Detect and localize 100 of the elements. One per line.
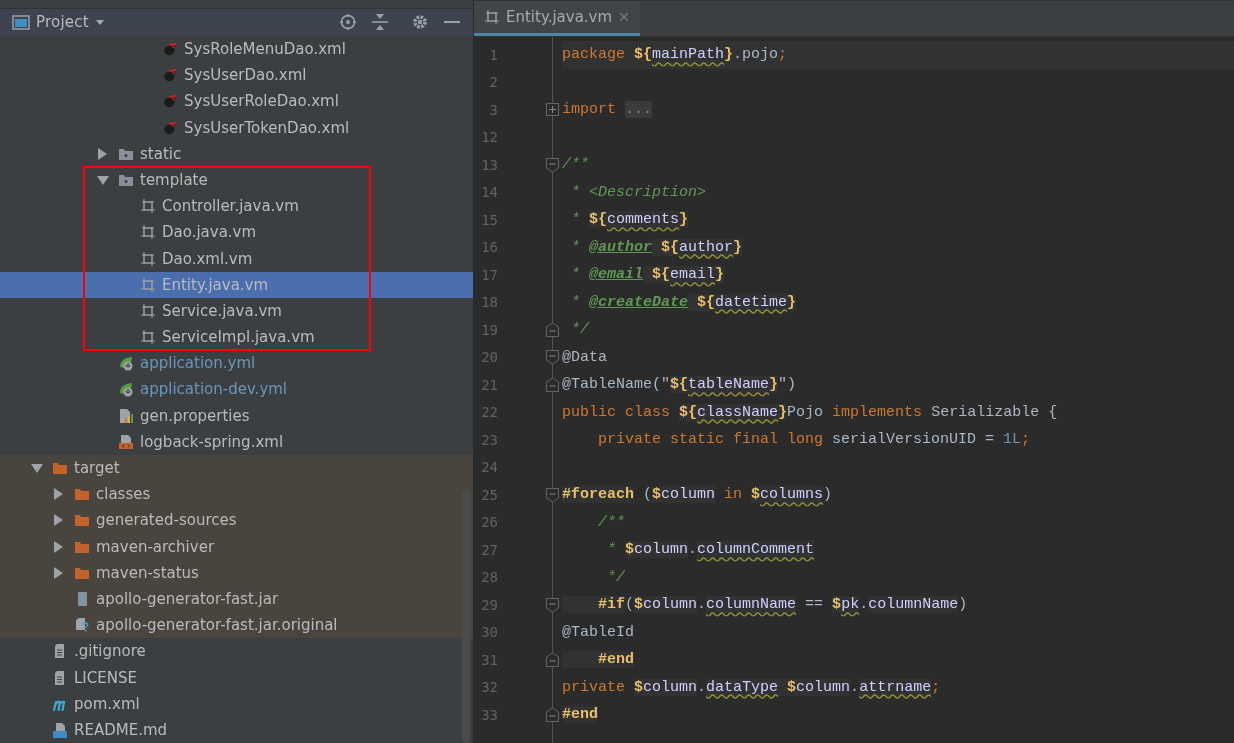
tree-item[interactable]: apollo-generator-fast.jar.original [0,612,473,639]
frame-icon [140,250,156,267]
leaf-icon [118,355,134,372]
line-number: 26 [480,514,498,531]
code-line: * <Description> [570,182,708,203]
fold-icon[interactable] [544,486,560,503]
tree-item[interactable]: SysRoleMenuDao.xml [0,35,473,63]
leaf-icon [118,381,134,398]
window-icon [12,13,30,31]
tree-item[interactable]: LICENSE [0,664,473,691]
close-icon[interactable] [618,11,631,23]
line-number: 29 [480,596,498,613]
code-line: @Data [562,347,608,368]
line-number: 22 [480,404,498,421]
bird-icon [162,93,178,110]
tree-item[interactable]: gen.properties [0,402,473,429]
chart-file-icon [118,407,134,424]
frame-icon [484,9,500,25]
tree-item[interactable]: ServiceImpl.java.vm [0,324,473,351]
line-number: 30 [480,624,498,641]
tree-item[interactable]: Service.java.vm [0,297,473,324]
line-number: 2 [488,74,498,91]
line-number: 21 [480,376,498,393]
line-number: 18 [480,294,498,311]
tree-item[interactable]: logback-spring.xml [0,428,473,455]
tree-item[interactable]: apollo-generator-fast.jar [0,585,473,613]
tree-item[interactable]: application.yml [0,350,473,377]
collapse-icon[interactable] [371,13,389,32]
line-number: 12 [480,129,498,146]
editor-tab[interactable]: Entity.java.vm [474,1,641,36]
code-line: */ [606,567,627,588]
tree-item[interactable]: Controller.java.vm [0,193,473,220]
fold-icon[interactable] [544,349,560,366]
line-number: 13 [480,156,498,173]
line-number: 23 [480,431,498,448]
folder-icon [74,486,90,503]
code-line: * @author ${author} [570,237,744,258]
tree-item[interactable]: README.md [0,716,473,743]
code-line: * @email ${email} [570,265,726,285]
code-line: * @createDate ${datetime} [570,292,798,313]
frame-icon [140,302,156,319]
tree-item[interactable]: SysUserDao.xml [0,62,473,89]
fold-icon[interactable] [544,706,560,723]
line-number: 28 [480,569,498,586]
bird-icon [162,119,178,136]
line-number: 15 [480,211,498,228]
bird-icon [162,67,178,84]
tree-item[interactable]: Dao.java.vm [0,219,473,246]
tree-item[interactable]: classes [0,481,473,508]
line-number: 17 [480,266,498,283]
folder-icon [52,460,68,477]
panel-title[interactable]: Project [36,13,89,32]
tree-item[interactable]: SysUserRoleDao.xml [0,88,473,115]
code-line: * $column.columnComment [606,540,816,560]
frame-icon [140,224,156,241]
line-number: 19 [480,321,498,338]
code-line: private $column.dataType $column.attrname; [562,677,942,698]
tree-item[interactable]: SysUserTokenDao.xml [0,114,473,141]
tree-item[interactable]: maven-archiver [0,533,473,560]
settings-icon[interactable] [411,13,429,32]
line-number: 1 [488,46,498,63]
tree-item[interactable]: Dao.xml.vm [0,245,473,272]
unknown-file-icon [74,617,90,634]
line-number: 25 [480,486,498,503]
fold-icon[interactable] [544,651,560,668]
tree-item[interactable]: generated-sources [0,507,473,534]
frame-icon [140,329,156,346]
line-number: 31 [480,651,498,668]
fold-icon[interactable] [544,321,560,338]
line-number: 24 [480,459,498,476]
bird-icon [162,41,178,58]
line-number: 32 [480,679,498,696]
tree-item[interactable]: pom.xml [0,690,473,717]
code-line: @TableId [562,622,635,643]
tree-item[interactable]: target [0,454,473,482]
code-line: #foreach ($column in $columns) [562,485,834,505]
fold-icon[interactable] [544,596,560,613]
expand-fold-icon[interactable] [544,102,560,118]
code-line: @TableName("${tableName}") [562,375,798,395]
tree-item[interactable]: maven-status [0,559,473,586]
crosshair-icon[interactable] [339,13,357,32]
caret-icon [94,18,105,26]
line-number: 27 [480,541,498,558]
code-line: */ [570,320,591,340]
code-line: /** [562,155,590,175]
line-number: 20 [480,349,498,366]
folder-icon [74,512,90,529]
markdown-file-icon [52,721,68,738]
tree-item[interactable]: .gitignore [0,638,473,665]
code-line: import ... [562,100,654,120]
code-line: #if($column.columnName == $pk.columnName) [562,591,974,619]
frame-icon [140,276,156,293]
tree-item[interactable]: static [0,140,473,167]
fold-icon[interactable] [544,376,560,393]
tree-item[interactable]: template [0,166,473,194]
fold-icon[interactable] [544,156,560,173]
line-number: 3 [488,101,498,118]
code-line: /** [597,512,626,533]
code-line: public class ${className}Pojo implements Serializable { [562,402,1059,423]
tree-item[interactable]: application-dev.yml [0,376,473,403]
